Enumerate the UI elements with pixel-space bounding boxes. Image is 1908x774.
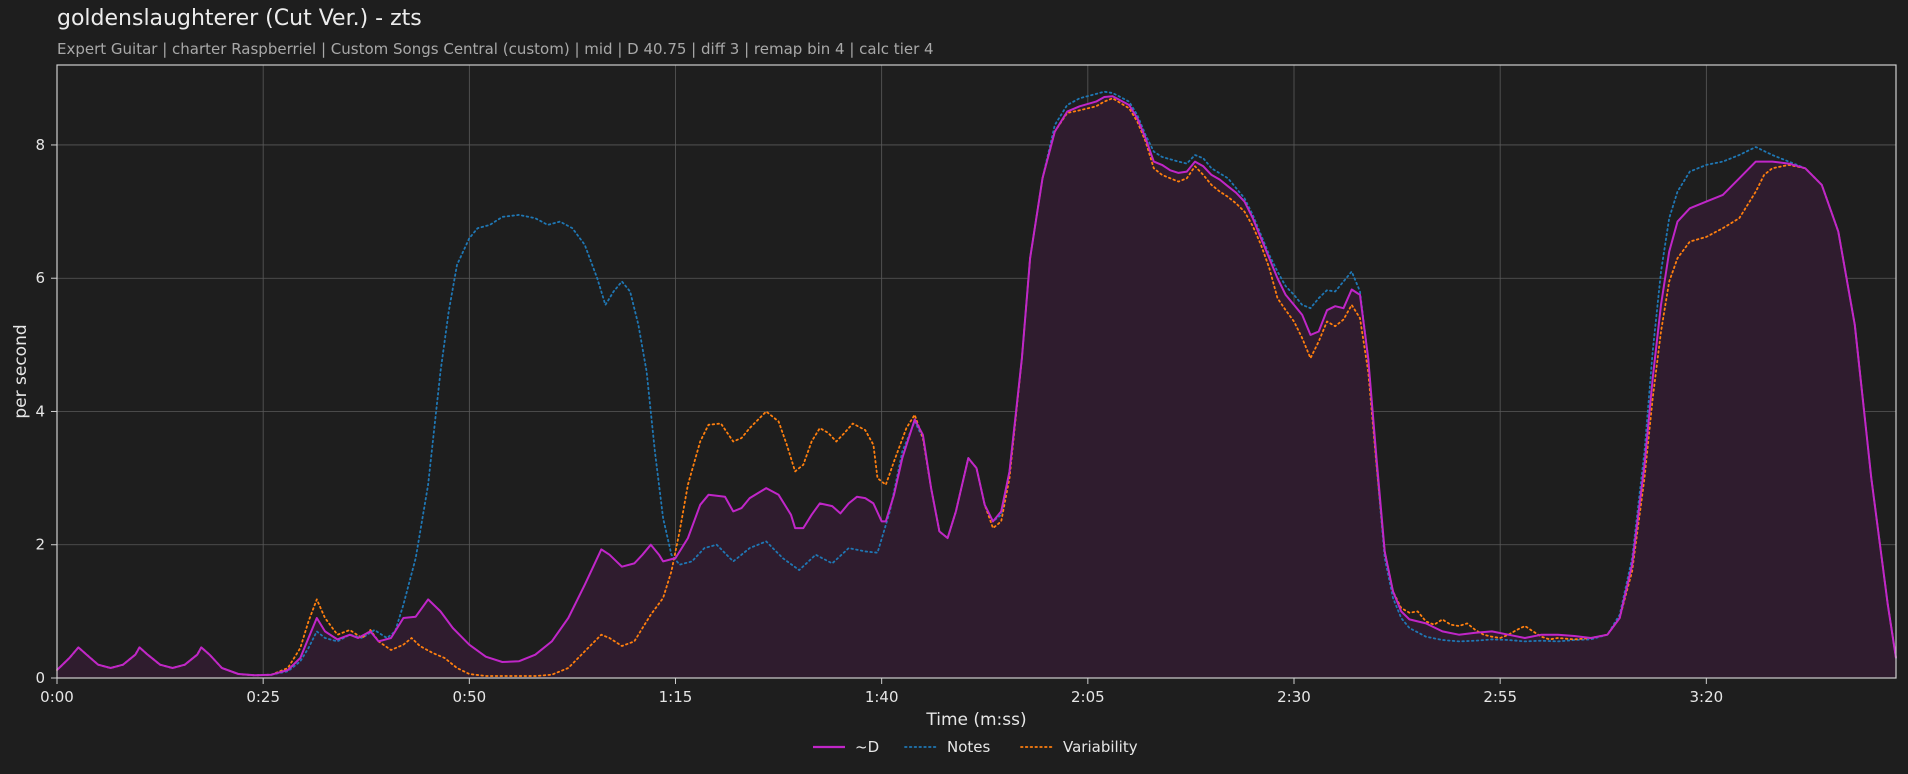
y-tick-label: 4 [35, 402, 45, 420]
x-tick-label: 2:05 [1071, 688, 1105, 706]
x-tick-label: 1:40 [865, 688, 899, 706]
legend-label: Notes [947, 738, 991, 756]
x-tick-label: 0:25 [246, 688, 280, 706]
x-tick-label: 1:15 [659, 688, 693, 706]
legend-item-d: ~D [813, 738, 879, 756]
x-axis-label: Time (m:ss) [925, 710, 1026, 730]
series-d-area [57, 96, 1896, 679]
x-tick-label: 0:00 [40, 688, 74, 706]
legend-label: Variability [1063, 738, 1138, 756]
x-tick-label: 0:50 [452, 688, 486, 706]
y-tick-label: 8 [35, 136, 45, 154]
legend-item-variability: Variability [1020, 738, 1138, 756]
x-tick-label: 2:30 [1277, 688, 1311, 706]
x-tick-label: 2:55 [1483, 688, 1517, 706]
y-axis-label: per second [11, 324, 31, 418]
y-tick-label: 0 [35, 669, 45, 687]
series-layer [56, 90, 1897, 679]
y-axis: 0 2 4 6 8 [35, 136, 57, 687]
y-tick-label: 2 [35, 536, 45, 554]
y-tick-label: 6 [35, 269, 45, 287]
legend-item-notes: Notes [904, 738, 991, 756]
legend: ~D Notes Variability [813, 738, 1138, 756]
legend-label: ~D [855, 738, 879, 756]
x-tick-label: 3:20 [1689, 688, 1723, 706]
x-axis: 0:00 0:25 0:50 1:15 1:40 2:05 2:30 2:55 3:20 [40, 678, 1723, 706]
chart-canvas: 0:00 0:25 0:50 1:15 1:40 2:05 2:30 2:55 3:20 0 2 4… [11, 64, 1897, 756]
